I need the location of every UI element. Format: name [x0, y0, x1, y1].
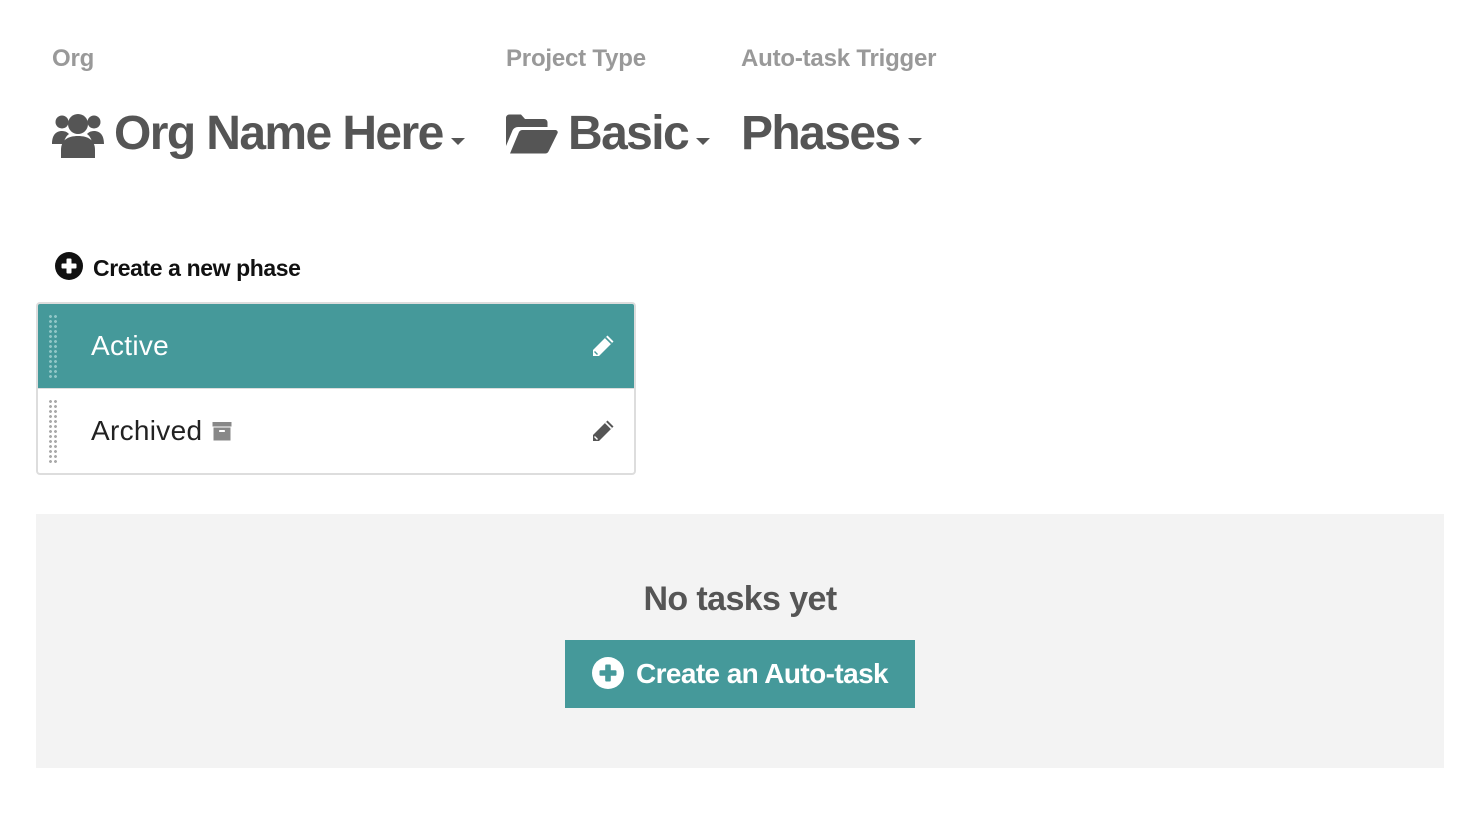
pencil-icon[interactable] — [590, 418, 616, 444]
page: Org Org Name Here Project Type Basic Aut… — [0, 0, 1468, 814]
auto-task-trigger-selector: Auto-task Trigger Phases — [741, 44, 936, 166]
org-dropdown[interactable]: Org Name Here — [52, 102, 465, 166]
project-type-label: Project Type — [506, 45, 646, 72]
project-type-value: Basic — [568, 107, 690, 160]
auto-task-trigger-value: Phases — [741, 107, 901, 160]
empty-state-text: No tasks yet — [643, 580, 837, 618]
phase-name: Active — [91, 330, 170, 361]
users-icon — [52, 110, 104, 158]
tasks-panel: No tasks yet Create an Auto-task — [36, 514, 1444, 768]
create-phase-label: Create a new phase — [93, 255, 301, 281]
auto-task-trigger-label: Auto-task Trigger — [741, 45, 937, 72]
archive-icon — [212, 421, 232, 441]
plus-circle-icon — [55, 252, 83, 285]
drag-handle-icon[interactable] — [48, 399, 58, 465]
project-type-dropdown[interactable]: Basic — [506, 102, 711, 166]
chevron-down-icon — [907, 137, 922, 145]
pencil-icon[interactable] — [590, 333, 616, 359]
phase-name-wrap: Archived — [91, 415, 232, 447]
phase-item-active[interactable]: Active — [38, 304, 634, 388]
project-type-selector: Project Type Basic — [506, 44, 711, 166]
org-label: Org — [52, 45, 95, 72]
chevron-down-icon — [696, 137, 711, 145]
phase-name: Archived — [91, 415, 203, 446]
org-value: Org Name Here — [114, 107, 444, 160]
create-auto-task-button[interactable]: Create an Auto-task — [565, 640, 915, 708]
create-auto-task-label: Create an Auto-task — [635, 658, 889, 689]
auto-task-trigger-dropdown[interactable]: Phases — [741, 102, 936, 166]
create-phase-link[interactable]: Create a new phase — [55, 252, 301, 285]
drag-handle-icon[interactable] — [48, 314, 58, 380]
phase-item-archived[interactable]: Archived — [38, 388, 634, 473]
phase-list: Active Archived — [36, 302, 636, 475]
chevron-down-icon — [450, 137, 465, 145]
plus-circle-icon — [591, 656, 624, 692]
org-selector: Org Org Name Here — [52, 44, 465, 166]
folder-open-icon — [506, 114, 558, 154]
